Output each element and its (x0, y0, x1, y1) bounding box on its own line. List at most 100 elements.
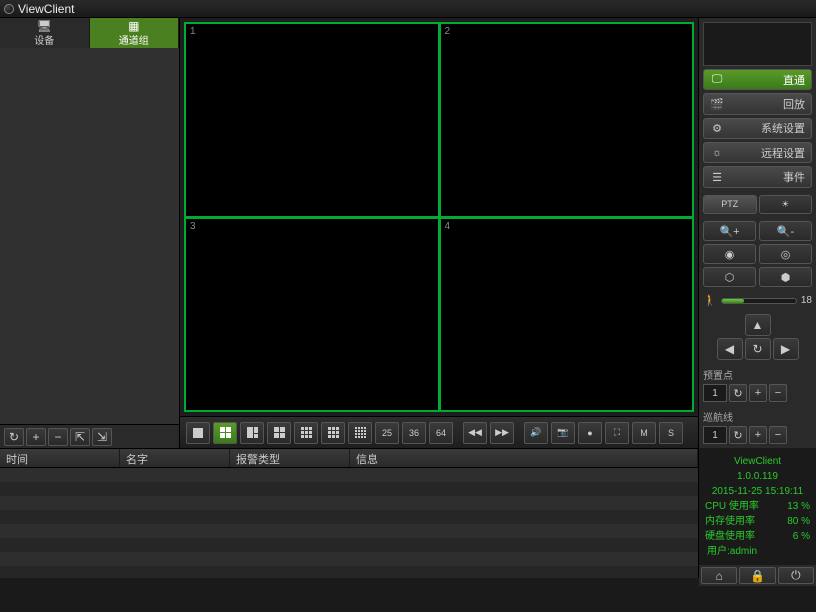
col-alarm-type[interactable]: 报警类型 (230, 449, 350, 467)
tab-devices[interactable]: 🖥 设备 (0, 18, 90, 48)
event-button[interactable]: ☰事件 (703, 166, 812, 187)
status-version: 1.0.0.119 (703, 469, 812, 484)
cruise-add-button[interactable]: + (749, 426, 767, 444)
next-page-button[interactable]: ▶▶ (490, 422, 514, 444)
layout-4x4[interactable] (348, 422, 372, 444)
zoom-out-icon: 🔍- (777, 225, 794, 238)
event-header: 时间 名字 报警类型 信息 (0, 448, 698, 468)
record-button[interactable]: ● (578, 422, 602, 444)
video-cell-3[interactable]: 3 (185, 218, 439, 412)
disk-label: 硬盘使用率 (705, 529, 755, 544)
cruise-goto-button[interactable]: ↻ (729, 426, 747, 444)
col-time[interactable]: 时间 (0, 449, 120, 467)
ptz-tab[interactable]: PTZ (703, 195, 757, 214)
ptz-left-button[interactable]: ◀ (717, 338, 743, 360)
col-info[interactable]: 信息 (350, 449, 698, 467)
iris-open-button[interactable]: ⬡ (703, 267, 756, 287)
remote-config-button[interactable]: ☼远程设置 (703, 142, 812, 163)
col-name[interactable]: 名字 (120, 449, 230, 467)
list-icon: ☰ (710, 171, 724, 184)
video-cell-2[interactable]: 2 (440, 23, 694, 217)
iris-close-button[interactable]: ⬢ (759, 267, 812, 287)
layout-36[interactable]: 36 (402, 422, 426, 444)
fullscreen-button[interactable]: ⛶ (605, 422, 629, 444)
export-button[interactable]: ⇲ (92, 428, 112, 446)
monitor-icon: 🖥 (37, 20, 52, 32)
title-bar: ViewClient (0, 0, 816, 18)
playback-button[interactable]: 🎬回放 (703, 93, 812, 114)
layout-2x2[interactable] (213, 422, 237, 444)
iris-close-icon: ⬢ (781, 271, 791, 284)
ptz-right-button[interactable]: ▶ (773, 338, 799, 360)
focus-near-button[interactable]: ◉ (703, 244, 756, 264)
layout-25[interactable]: 25 (375, 422, 399, 444)
left-panel: 🖥 设备 ▦ 通道组 ↻ + − ⇱ ⇲ (0, 18, 180, 448)
cpu-label: CPU 使用率 (705, 499, 759, 514)
preset-number[interactable] (703, 384, 727, 402)
layout-1-12[interactable] (321, 422, 345, 444)
aux-tab[interactable]: ☀ (759, 195, 813, 214)
zoom-in-button[interactable]: 🔍+ (703, 221, 756, 241)
preview-thumbnail (703, 22, 812, 66)
film-icon: 🎬 (710, 98, 724, 111)
mem-value: 80 % (787, 514, 810, 529)
snapshot-button[interactable]: 📷 (551, 422, 575, 444)
focus-far-button[interactable]: ◎ (759, 244, 812, 264)
remove-button[interactable]: − (48, 428, 68, 446)
speed-slider[interactable] (721, 298, 797, 304)
sub-stream-button[interactable]: S (659, 422, 683, 444)
import-button[interactable]: ⇱ (70, 428, 90, 446)
cruise-number[interactable] (703, 426, 727, 444)
audio-button[interactable]: 🔊 (524, 422, 548, 444)
lock-button[interactable]: 🔒 (739, 567, 775, 584)
app-title: ViewClient (18, 2, 74, 16)
user-label: 用户: (707, 546, 730, 557)
layout-1-5[interactable] (240, 422, 264, 444)
video-area: 1 2 3 4 25 36 64 ◀◀ ▶▶ 🔊 📷 ● ⛶ M S (180, 18, 698, 448)
lock-icon: 🔒 (750, 569, 765, 583)
prev-page-button[interactable]: ◀◀ (463, 422, 487, 444)
preset-del-button[interactable]: − (769, 384, 787, 402)
layout-64[interactable]: 64 (429, 422, 453, 444)
live-button[interactable]: 🖵直通 (703, 69, 812, 90)
control-bar: 25 36 64 ◀◀ ▶▶ 🔊 📷 ● ⛶ M S (180, 416, 698, 448)
device-tree[interactable] (0, 48, 179, 424)
event-list[interactable] (0, 468, 698, 578)
tab-devices-label: 设备 (34, 32, 54, 47)
main-stream-button[interactable]: M (632, 422, 656, 444)
camera-icon: 📷 (557, 427, 568, 438)
layout-1-7[interactable] (267, 422, 291, 444)
preset-goto-button[interactable]: ↻ (729, 384, 747, 402)
user-value: admin (730, 546, 757, 557)
refresh-button[interactable]: ↻ (4, 428, 24, 446)
status-datetime: 2015-11-25 15:19:11 (703, 484, 812, 499)
video-cell-4[interactable]: 4 (440, 218, 694, 412)
tab-channel-groups-label: 通道组 (119, 32, 149, 47)
home-button[interactable]: ⌂ (701, 567, 737, 584)
focus-near-icon: ◉ (725, 248, 735, 261)
gear-icon: ⚙ (710, 122, 724, 135)
layout-3x3[interactable] (294, 422, 318, 444)
ptz-auto-button[interactable]: ↻ (745, 338, 771, 360)
power-button[interactable]: ⏻ (778, 567, 814, 584)
mem-label: 内存使用率 (705, 514, 755, 529)
zoom-in-icon: 🔍+ (719, 225, 739, 238)
record-icon: ● (587, 428, 592, 438)
cruise-del-button[interactable]: − (769, 426, 787, 444)
status-panel: ViewClient 1.0.0.119 2015-11-25 15:19:11… (698, 448, 816, 578)
cell-num: 2 (445, 26, 451, 37)
expand-icon: ⛶ (614, 427, 620, 438)
iris-open-icon: ⬡ (725, 271, 735, 284)
ptz-up-button[interactable]: ▲ (745, 314, 771, 336)
layout-1x1[interactable] (186, 422, 210, 444)
system-config-button[interactable]: ⚙系统设置 (703, 118, 812, 139)
cell-num: 1 (190, 26, 196, 37)
zoom-out-button[interactable]: 🔍- (759, 221, 812, 241)
video-cell-1[interactable]: 1 (185, 23, 439, 217)
add-button[interactable]: + (26, 428, 46, 446)
tab-channel-groups[interactable]: ▦ 通道组 (90, 18, 180, 48)
grid-icon: ▦ (128, 20, 139, 32)
cruise-label: 巡航线 (703, 409, 812, 424)
preset-add-button[interactable]: + (749, 384, 767, 402)
home-icon: ⌂ (716, 569, 723, 583)
